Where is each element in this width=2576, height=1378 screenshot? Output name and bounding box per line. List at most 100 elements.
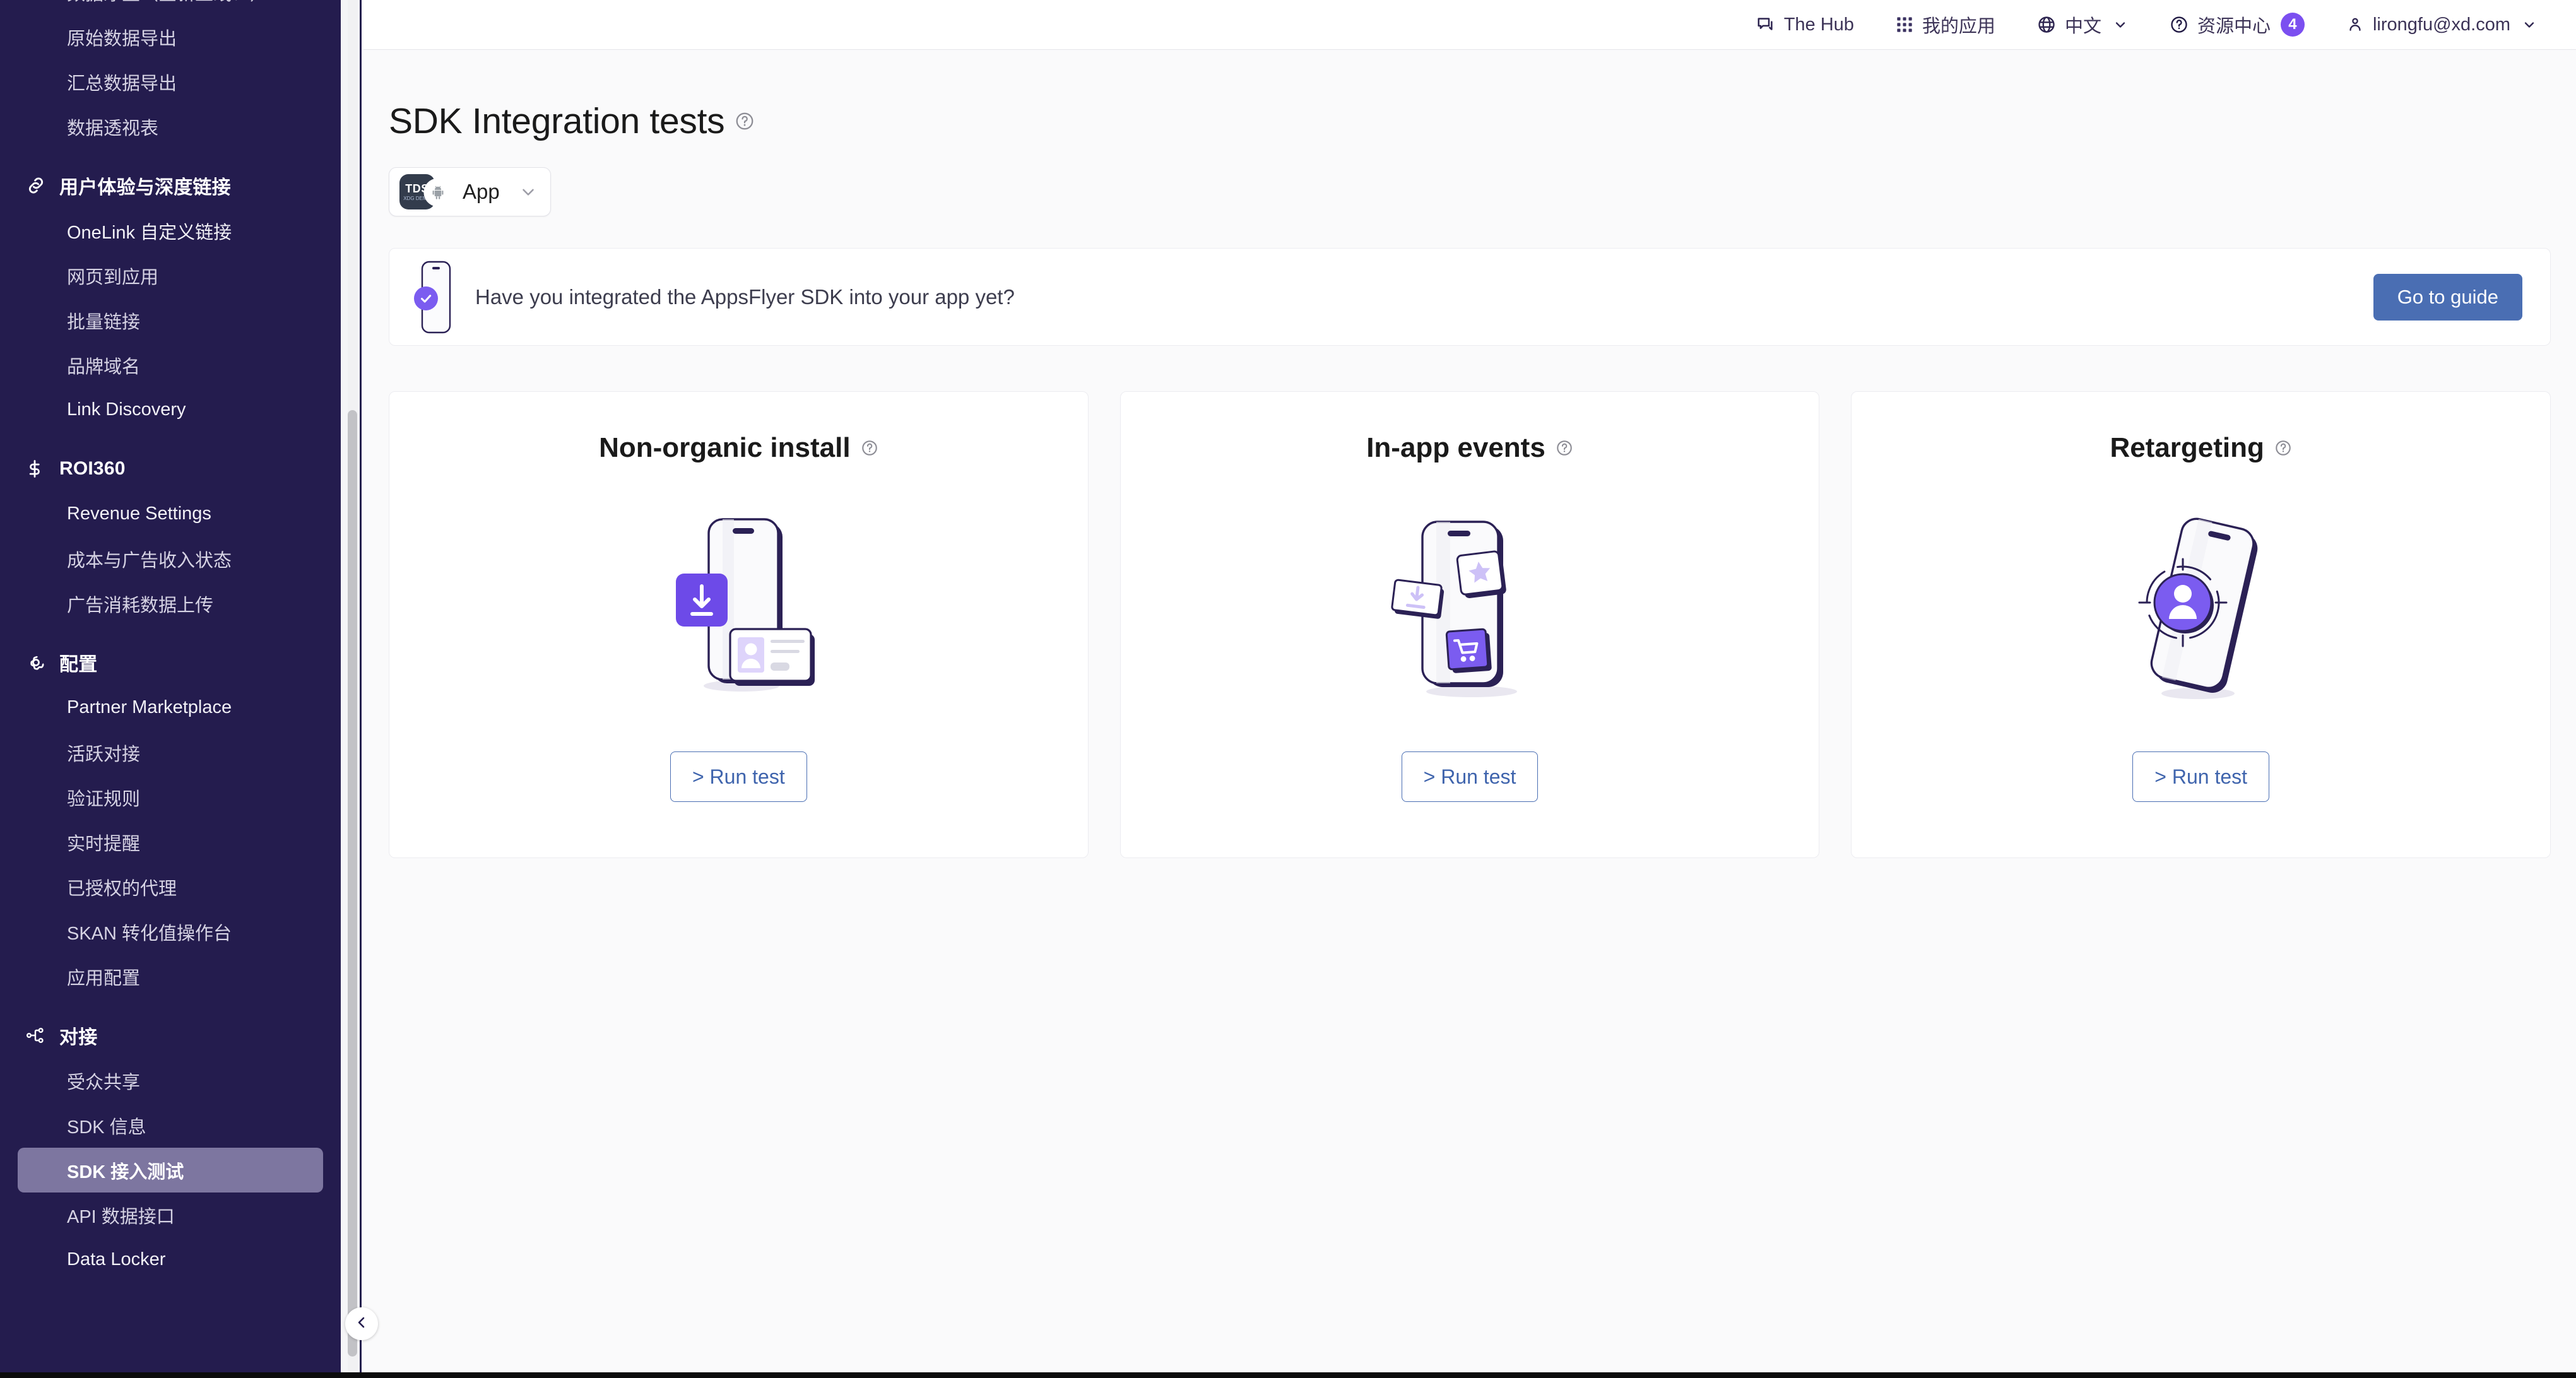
card-title-text: Retargeting xyxy=(2110,432,2264,463)
sidebar-item-onelink[interactable]: OneLink 自定义链接 xyxy=(18,208,323,253)
sidebar-item-cost-ad-revenue-status[interactable]: 成本与广告收入状态 xyxy=(18,536,323,581)
sidebar-item-label: 原始数据导出 xyxy=(67,28,177,49)
topnav-item-the-hub[interactable]: The Hub xyxy=(1756,15,1854,35)
chat-bubble-icon xyxy=(1756,15,1775,34)
sidebar-item-label: SKAN 转化值操作台 xyxy=(67,923,232,944)
topnav-item-label: 中文 xyxy=(2064,16,2101,37)
sidebar-item-label: API 数据接口 xyxy=(67,1206,175,1227)
sidebar-section: 对接 受众共享 SDK 信息 SDK 接入测试 API 数据接口 Data Lo… xyxy=(0,1013,341,1282)
test-cards-row: Non-organic install > Run test In-app ev… xyxy=(389,391,2551,858)
top-navigation-bar: The Hub 我的应用 中文 资源中心 4 lirongfu@xd.com xyxy=(363,0,2576,49)
sidebar-scroll-content: 数据净室（全新上线！） 原始数据导出 汇总数据导出 数据透视表 xyxy=(0,0,341,1320)
sidebar-group-roi360[interactable]: ROI360 xyxy=(0,446,341,492)
card-illustration xyxy=(389,464,1088,751)
chevron-down-icon xyxy=(2113,17,2128,32)
sidebar-item-sdk-info[interactable]: SDK 信息 xyxy=(18,1103,323,1148)
sidebar-item-partner-marketplace[interactable]: Partner Marketplace xyxy=(18,685,323,730)
sidebar-item-revenue-settings[interactable]: Revenue Settings xyxy=(18,492,323,536)
sidebar-item-label: SDK 接入测试 xyxy=(67,1162,184,1182)
sidebar-item-label: 品牌域名 xyxy=(67,356,141,377)
main-content: SDK Integration tests TDS XDG DEMO App H… xyxy=(363,49,2576,1378)
sidebar-group-integration[interactable]: 对接 xyxy=(0,1013,341,1058)
app-selector-dropdown[interactable]: TDS XDG DEMO App xyxy=(389,167,551,216)
sidebar-item-sdk-integration-tests[interactable]: SDK 接入测试 xyxy=(18,1148,323,1192)
question-circle-icon[interactable] xyxy=(1556,439,1573,457)
sidebar-item-label: SDK 信息 xyxy=(67,1117,146,1138)
sidebar-item-data-clean-room[interactable]: 数据净室（全新上线！） xyxy=(18,0,323,15)
integration-icon xyxy=(25,1025,53,1046)
sidebar-item-label: Data Locker xyxy=(67,1249,166,1269)
topnav-item-language[interactable]: 中文 xyxy=(2037,11,2128,38)
topnav-item-label: 我的应用 xyxy=(1922,16,1995,37)
sidebar-item-ad-spend-upload[interactable]: 广告消耗数据上传 xyxy=(18,581,323,626)
page-header: SDK Integration tests TDS XDG DEMO App xyxy=(363,50,2576,216)
topnav-item-label: lirongfu@xd.com xyxy=(2372,14,2510,35)
sidebar-group-ux-deeplinking[interactable]: 用户体验与深度链接 xyxy=(0,163,341,208)
sidebar: 数据净室（全新上线！） 原始数据导出 汇总数据导出 数据透视表 xyxy=(0,0,341,1378)
sidebar-item-skan-conversion-studio[interactable]: SKAN 转化值操作台 xyxy=(18,909,323,954)
topnav-item-my-apps[interactable]: 我的应用 xyxy=(1896,11,1995,38)
sidebar-group-label: 对接 xyxy=(59,1027,98,1048)
run-test-button-in-app-events[interactable]: > Run test xyxy=(1401,751,1539,802)
sidebar-group-configuration[interactable]: 配置 xyxy=(0,640,341,685)
sidebar-item-validation-rules[interactable]: 验证规则 xyxy=(18,775,323,820)
topnav-item-resource-center[interactable]: 资源中心 4 xyxy=(2170,11,2305,38)
phone-check-icon xyxy=(413,259,459,335)
sidebar-item-raw-data-export[interactable]: 原始数据导出 xyxy=(18,15,323,59)
bottom-edge-strip xyxy=(0,1372,2576,1378)
topnav-item-label: The Hub xyxy=(1783,14,1854,35)
sidebar-item-active-integrations[interactable]: 活跃对接 xyxy=(18,730,323,775)
page-title-text: SDK Integration tests xyxy=(389,101,725,141)
sidebar-item-realtime-alerts[interactable]: 实时提醒 xyxy=(18,820,323,864)
sidebar-item-audience-sharing[interactable]: 受众共享 xyxy=(18,1058,323,1103)
topnav-item-user-account[interactable]: lirongfu@xd.com xyxy=(2346,15,2537,35)
sidebar-item-branded-domains[interactable]: 品牌域名 xyxy=(18,343,323,387)
sidebar-item-bulk-links[interactable]: 批量链接 xyxy=(18,298,323,343)
go-to-guide-button[interactable]: Go to guide xyxy=(2373,273,2522,321)
sidebar-item-label: OneLink 自定义链接 xyxy=(67,222,232,243)
banner-text: Have you integrated the AppsFlyer SDK in… xyxy=(475,285,1015,309)
app-icon-group: TDS XDG DEMO xyxy=(399,174,458,209)
phone-download-contact-card-icon xyxy=(653,512,824,704)
sidebar-item-label: 应用配置 xyxy=(67,968,141,989)
card-retargeting: Retargeting > Run test xyxy=(1851,391,2551,858)
sidebar-item-aggregate-data-export[interactable]: 汇总数据导出 xyxy=(18,59,323,104)
chevron-down-icon xyxy=(519,182,538,201)
sidebar-item-label: 成本与广告收入状态 xyxy=(67,550,232,571)
sidebar-item-pivot-table[interactable]: 数据透视表 xyxy=(18,104,323,149)
run-test-button-non-organic-install[interactable]: > Run test xyxy=(670,751,807,802)
dollar-icon xyxy=(25,458,53,480)
sidebar-section: 数据净室（全新上线！） 原始数据导出 汇总数据导出 数据透视表 xyxy=(0,0,341,149)
question-circle-icon[interactable] xyxy=(735,111,755,131)
sidebar-item-label: 已授权的代理 xyxy=(67,878,177,899)
sidebar-item-web-to-app[interactable]: 网页到应用 xyxy=(18,253,323,298)
page-title: SDK Integration tests xyxy=(389,100,2576,142)
sidebar-section: 配置 Partner Marketplace 活跃对接 验证规则 实时提醒 已授… xyxy=(0,640,341,999)
sidebar-item-link-discovery[interactable]: Link Discovery xyxy=(18,387,323,432)
card-title: In-app events xyxy=(1366,432,1573,464)
card-in-app-events: In-app events > Run test xyxy=(1120,391,1820,858)
sidebar-item-authorized-agencies[interactable]: 已授权的代理 xyxy=(18,864,323,909)
chevron-down-icon xyxy=(2522,17,2537,32)
question-circle-icon[interactable] xyxy=(2274,439,2292,457)
sidebar-collapse-button[interactable] xyxy=(345,1307,378,1340)
sidebar-scrollbar-thumb[interactable] xyxy=(348,410,357,1357)
sidebar-item-label: 实时提醒 xyxy=(67,833,141,854)
sidebar-item-label: Link Discovery xyxy=(67,399,186,420)
sidebar-item-data-locker[interactable]: Data Locker xyxy=(18,1237,323,1282)
sidebar-item-app-settings[interactable]: 应用配置 xyxy=(18,954,323,999)
run-test-button-retargeting[interactable]: > Run test xyxy=(2132,751,2270,802)
topnav-item-label: 资源中心 xyxy=(2197,16,2271,37)
sidebar-item-label: Revenue Settings xyxy=(67,504,211,524)
sidebar-item-label: Partner Marketplace xyxy=(67,697,232,717)
card-title-text: Non-organic install xyxy=(599,432,851,463)
card-title-text: In-app events xyxy=(1366,432,1545,463)
question-circle-icon[interactable] xyxy=(861,439,878,457)
chevron-left-icon xyxy=(354,1315,369,1333)
sidebar-group-label: 用户体验与深度链接 xyxy=(59,177,231,198)
globe-icon xyxy=(2037,15,2056,34)
sidebar-item-api-data-interface[interactable]: API 数据接口 xyxy=(18,1192,323,1237)
